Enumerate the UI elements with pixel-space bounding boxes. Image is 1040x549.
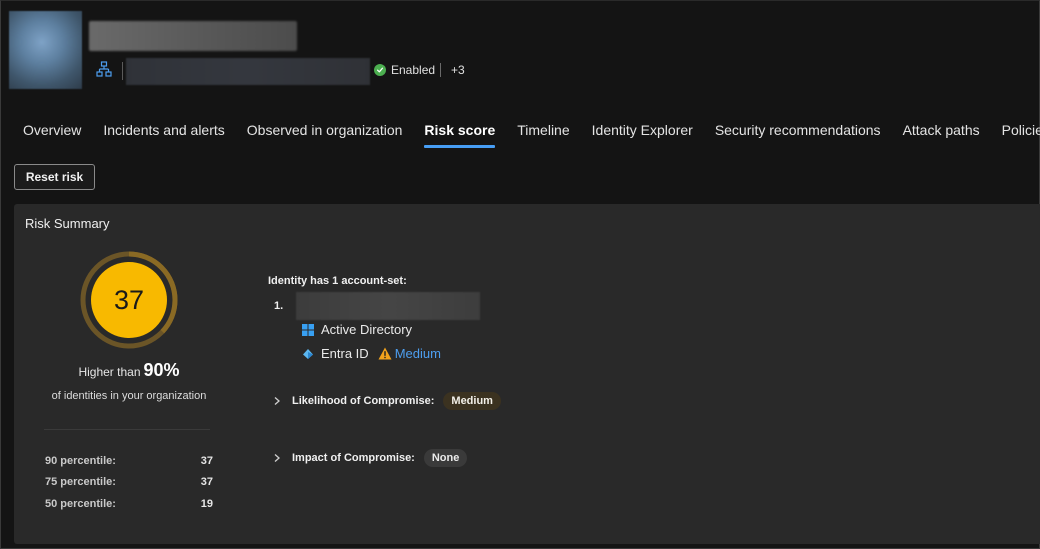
source-active-directory: Active Directory	[302, 322, 412, 337]
tab-overview[interactable]: Overview	[23, 122, 81, 148]
percentile-label: 50 percentile:	[45, 498, 116, 510]
source-label: Entra ID	[321, 346, 369, 361]
windows-icon	[302, 323, 314, 336]
org-hierarchy-icon	[96, 61, 112, 77]
higher-than-percent: 90%	[143, 360, 180, 380]
of-identities-text: of identities in your organization	[51, 390, 207, 402]
likelihood-label: Likelihood of Compromise:	[292, 395, 435, 407]
chevron-right-icon	[274, 454, 280, 462]
percentile-value: 19	[200, 498, 213, 510]
risk-score-value: 37	[113, 284, 145, 315]
entra-risk-level-link[interactable]: Medium	[395, 346, 441, 361]
percentile-divider	[44, 429, 210, 430]
percentile-row: 50 percentile: 19	[45, 498, 213, 510]
percentile-value: 37	[200, 476, 213, 488]
impact-of-compromise-expander[interactable]: Impact of Compromise: None	[272, 449, 468, 467]
status-separator	[440, 63, 442, 77]
higher-than-prefix: Higher than	[78, 365, 141, 379]
account-set-heading: Identity has 1 account-set:	[268, 275, 407, 287]
percentile-row: 75 percentile: 37	[45, 476, 213, 488]
identity-name-redacted	[89, 21, 297, 51]
impact-badge: None	[423, 449, 468, 467]
likelihood-badge: Medium	[443, 392, 501, 410]
tab-incidents-and-alerts[interactable]: Incidents and alerts	[103, 122, 224, 148]
percentile-label: 75 percentile:	[45, 476, 116, 488]
chevron-right-icon	[274, 397, 280, 405]
header-divider	[122, 62, 123, 80]
source-label: Active Directory	[321, 322, 413, 337]
check-circle-icon	[374, 64, 386, 76]
panel-title: Risk Summary	[25, 216, 110, 231]
tab-timeline[interactable]: Timeline	[517, 122, 569, 148]
tab-risk-score[interactable]: Risk score	[424, 122, 495, 148]
tab-security-recommendations[interactable]: Security recommendations	[715, 122, 881, 148]
status-label: Enabled	[391, 63, 436, 77]
warning-icon	[378, 347, 392, 360]
tab-bar: Overview Incidents and alerts Observed i…	[23, 122, 1040, 150]
more-tags-button[interactable]: +3	[451, 63, 465, 77]
percentile-label: 90 percentile:	[45, 455, 116, 467]
reset-risk-button[interactable]: Reset risk	[14, 164, 95, 190]
avatar	[9, 11, 82, 89]
entra-id-icon	[303, 348, 313, 359]
tab-policies[interactable]: Policies	[1002, 122, 1040, 148]
account-set-number: 1.	[274, 300, 284, 312]
account-name-redacted	[296, 292, 480, 320]
higher-than-text: Higher than 90%	[14, 360, 244, 381]
risk-summary-panel: Risk Summary 37 Higher than 90% of identi…	[14, 204, 1040, 544]
percentile-value: 37	[200, 455, 213, 467]
identity-details-redacted	[126, 58, 370, 85]
percentile-row: 90 percentile: 37	[45, 455, 213, 467]
impact-label: Impact of Compromise:	[292, 452, 415, 464]
tab-identity-explorer[interactable]: Identity Explorer	[592, 122, 693, 148]
status-badge: Enabled +3	[374, 63, 465, 77]
tab-attack-paths[interactable]: Attack paths	[903, 122, 980, 148]
source-entra-id: Entra ID Medium	[302, 346, 441, 361]
likelihood-of-compromise-expander[interactable]: Likelihood of Compromise: Medium	[272, 392, 501, 410]
tab-observed-in-organization[interactable]: Observed in organization	[247, 122, 403, 148]
